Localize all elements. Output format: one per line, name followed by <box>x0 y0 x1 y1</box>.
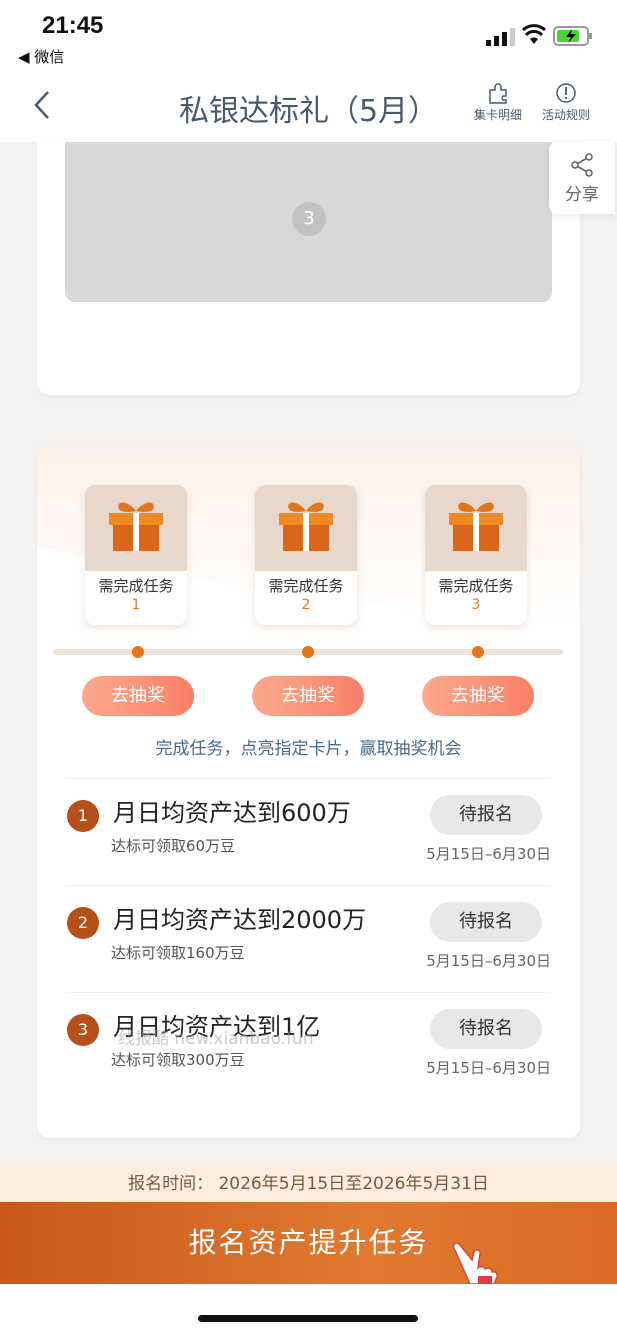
task-title: 月日均资产达到600万 <box>113 799 351 827</box>
rules-button[interactable]: 活动规则 <box>536 82 596 123</box>
card-detail-button[interactable]: 集卡明细 <box>468 82 528 123</box>
signup-cta-button[interactable]: 报名资产提升任务 <box>0 1202 617 1284</box>
info-icon <box>556 83 576 103</box>
image-index-badge: 3 <box>292 202 326 236</box>
task-row-1: 1 月日均资产达到600万 达标可领取60万豆 待报名 5月15日–6月30日 <box>65 778 551 885</box>
signal-icon <box>486 28 515 46</box>
card-banner: 3 <box>37 142 580 395</box>
task-date-range: 5月15日–6月30日 <box>426 1059 551 1077</box>
register-button[interactable]: 待报名 <box>430 795 542 835</box>
clock: 21:45 <box>42 12 104 39</box>
share-label: 分享 <box>565 185 599 205</box>
task-date-range: 5月15日–6月30日 <box>426 845 551 863</box>
task-reward: 达标可领取60万豆 <box>111 837 236 855</box>
task-title: 月日均资产达到2000万 <box>113 906 367 934</box>
task-reward: 达标可领取300万豆 <box>111 1051 245 1069</box>
register-button[interactable]: 待报名 <box>430 1009 542 1049</box>
status-bar: 21:45 ◀ 微信 <box>0 0 617 70</box>
task-row-2: 2 月日均资产达到2000万 达标可领取160万豆 待报名 5月15日–6月30… <box>65 885 551 992</box>
pointing-hand-icon <box>452 1242 498 1285</box>
task-number-badge: 2 <box>67 907 99 939</box>
gift-card-3[interactable]: 需完成任务 3 <box>425 485 527 625</box>
task-date-range: 5月15日–6月30日 <box>426 952 551 970</box>
bottom-safe-area <box>0 1284 617 1334</box>
cta-label: 报名资产提升任务 <box>188 1226 429 1259</box>
task-number-badge: 3 <box>67 1014 99 1046</box>
home-indicator[interactable] <box>198 1315 418 1322</box>
rules-label: 活动规则 <box>541 108 590 122</box>
battery-icon <box>553 26 592 46</box>
gift-requirement-label: 需完成任务 <box>268 577 344 595</box>
draw-button-1[interactable]: 去抽奖 <box>82 676 194 716</box>
progress-dot-3 <box>472 646 484 658</box>
progress-dot-1 <box>132 646 144 658</box>
gift-requirement-count: 2 <box>301 597 311 613</box>
watermark: 线报酷 new.xianbao.fun <box>118 1029 314 1049</box>
card-detail-label: 集卡明细 <box>473 108 522 122</box>
draw-button-3[interactable]: 去抽奖 <box>422 676 534 716</box>
gift-card-1[interactable]: 需完成任务 1 <box>85 485 187 625</box>
task-number-badge: 1 <box>67 800 99 832</box>
gift-icon <box>109 502 163 551</box>
signup-time-bar: 报名时间： 2026年5月15日至2026年5月31日 <box>0 1166 617 1202</box>
signup-time-range: 2026年5月15日至2026年5月31日 <box>218 1174 489 1194</box>
gift-requirement-label: 需完成任务 <box>98 577 174 595</box>
back-to-app-link[interactable]: ◀ 微信 <box>18 46 64 67</box>
share-icon <box>571 153 593 177</box>
nav-bar: 私银达标礼（5月） 集卡明细 活动规则 <box>0 70 617 142</box>
register-button[interactable]: 待报名 <box>430 902 542 942</box>
signup-time-label: 报名时间： <box>128 1174 214 1194</box>
gift-card-2[interactable]: 需完成任务 2 <box>255 485 357 625</box>
gift-icon <box>449 502 503 551</box>
task-reward: 达标可领取160万豆 <box>111 944 245 962</box>
image-placeholder: 3 <box>65 142 552 302</box>
gift-requirement-label: 需完成任务 <box>438 577 514 595</box>
share-button[interactable]: 分享 <box>549 142 615 214</box>
draw-button-2[interactable]: 去抽奖 <box>252 676 364 716</box>
gift-icon <box>279 502 333 551</box>
gift-requirement-count: 1 <box>131 597 141 613</box>
gift-requirement-count: 3 <box>471 597 481 613</box>
wifi-icon <box>522 24 546 44</box>
progress-dot-2 <box>302 646 314 658</box>
puzzle-icon <box>489 83 507 104</box>
hint-text: 完成任务，点亮指定卡片，赢取抽奖机会 <box>155 739 462 759</box>
